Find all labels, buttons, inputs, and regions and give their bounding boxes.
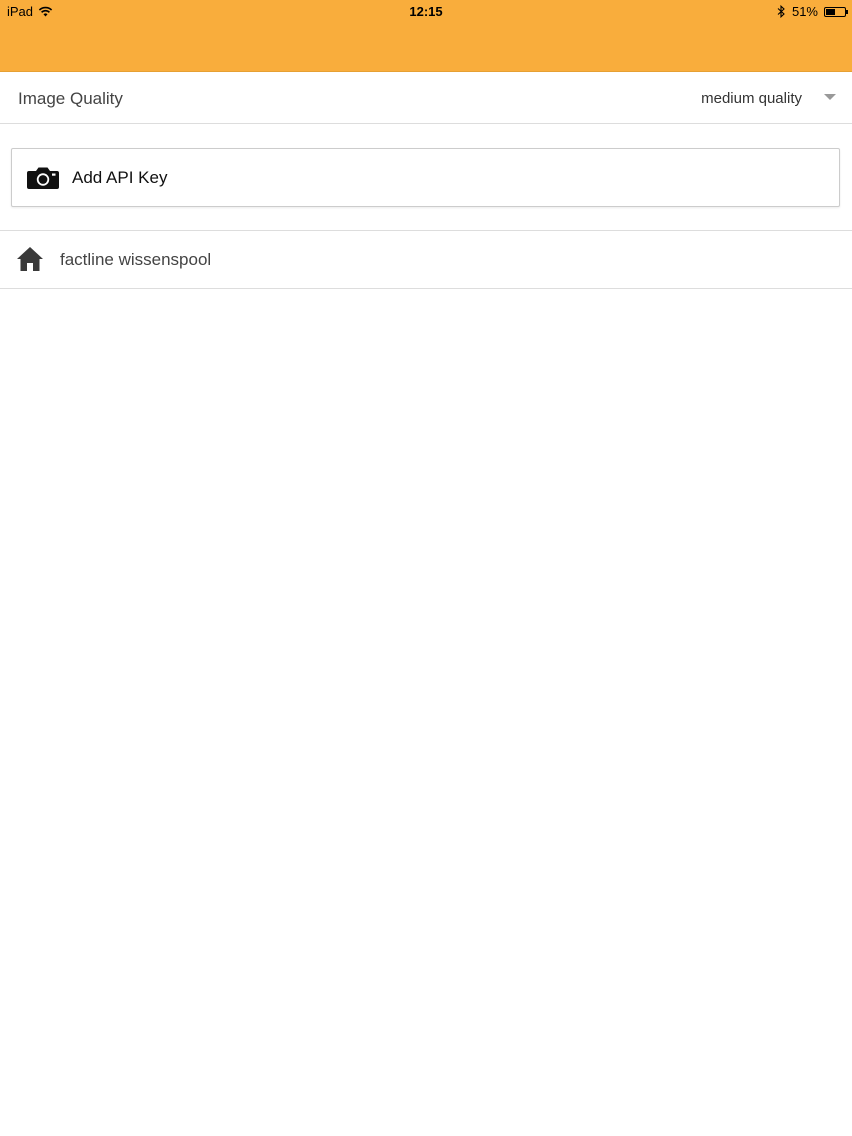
battery-icon: [824, 6, 848, 17]
battery-tip: [846, 9, 848, 14]
camera-icon: [27, 167, 59, 189]
image-quality-label: Image Quality: [18, 89, 123, 108]
app-screen: iPad 12:15 51% Image Quality medium qual…: [0, 0, 852, 1136]
image-quality-select[interactable]: medium quality: [701, 90, 836, 107]
status-time: 12:15: [409, 4, 443, 19]
image-quality-row[interactable]: Image Quality medium quality: [0, 72, 852, 124]
bluetooth-icon: [777, 5, 785, 18]
status-right: 51%: [777, 4, 848, 19]
add-api-key-label: Add API Key: [72, 168, 168, 187]
battery-level: [826, 8, 835, 15]
image-quality-value: medium quality: [701, 90, 802, 107]
home-icon: [17, 247, 43, 271]
status-bar: iPad 12:15 51%: [0, 0, 852, 22]
chevron-down-icon: [824, 93, 836, 100]
battery-percent: 51%: [791, 4, 818, 19]
app-header: iPad 12:15 51%: [0, 0, 852, 72]
list-item-label: factline wissenspool: [60, 250, 212, 269]
add-api-key-button[interactable]: Add API Key: [11, 148, 840, 207]
list-item-factline-wissenspool[interactable]: factline wissenspool: [0, 231, 852, 289]
